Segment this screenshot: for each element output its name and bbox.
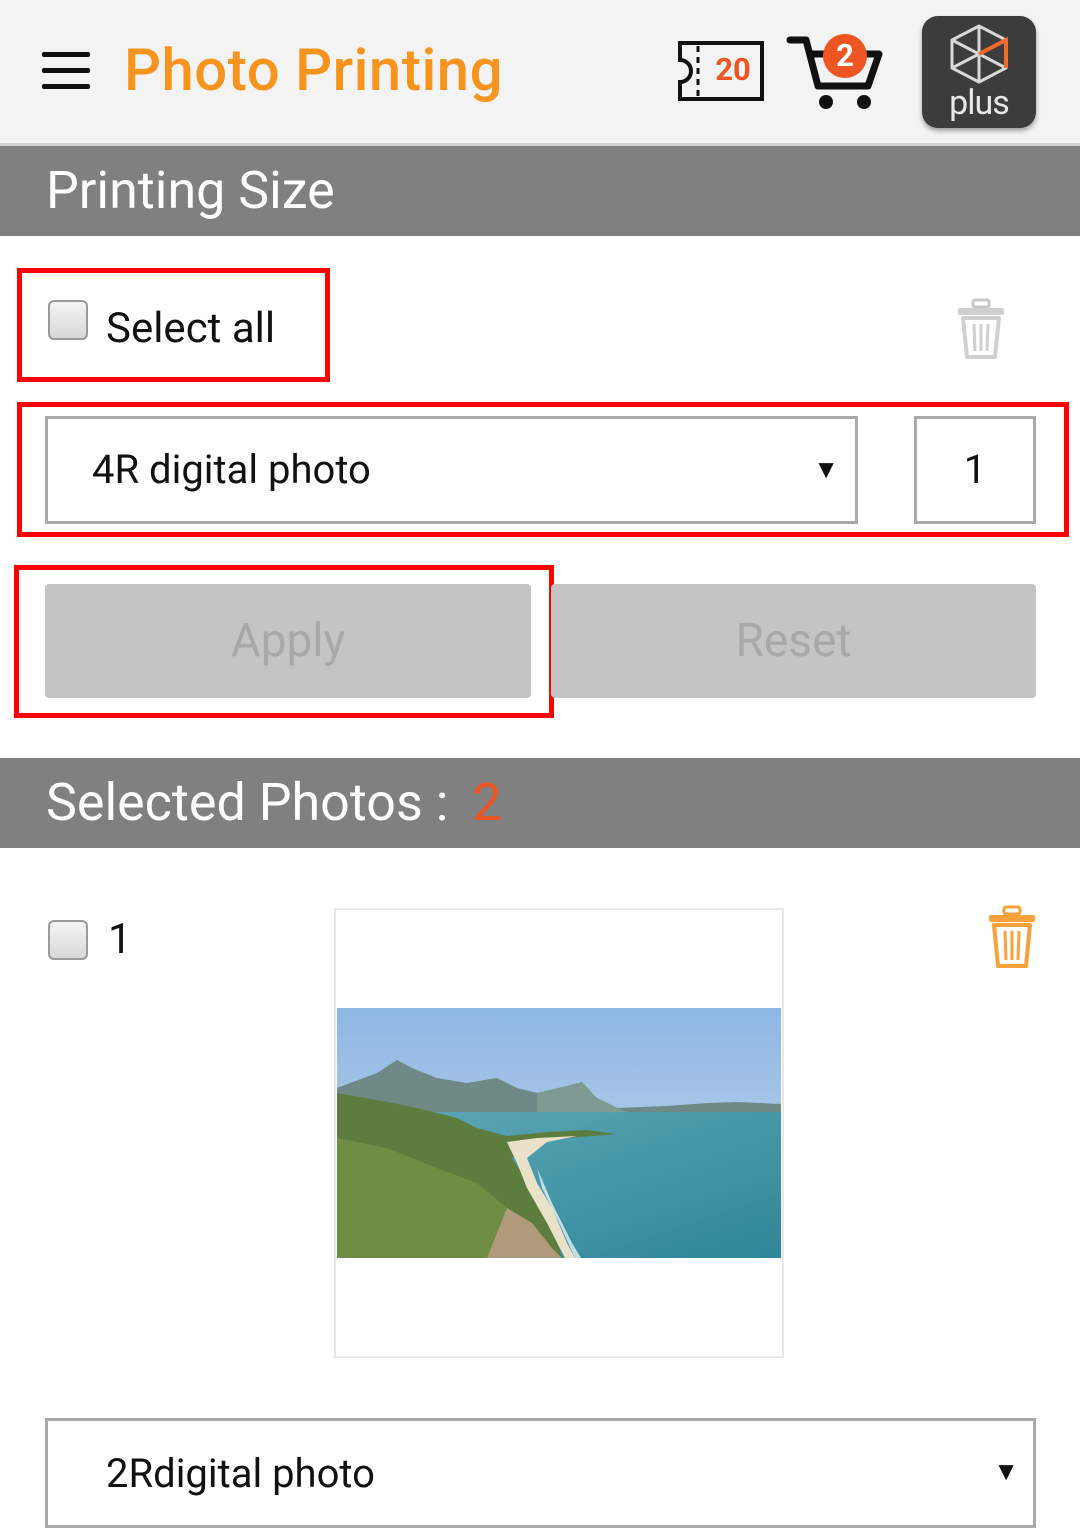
select-all-checkbox[interactable] bbox=[48, 300, 88, 340]
printing-size-select[interactable]: 4R digital photo ▼ bbox=[45, 416, 858, 524]
selected-photos-count: 2 bbox=[472, 772, 502, 833]
plus-logo-icon bbox=[950, 24, 1008, 84]
chevron-down-icon: ▼ bbox=[993, 1457, 1019, 1487]
menu-icon[interactable] bbox=[42, 52, 90, 90]
printing-size-value: 4R digital photo bbox=[92, 446, 371, 493]
printing-size-header: Printing Size bbox=[0, 146, 1080, 236]
reset-button[interactable]: Reset bbox=[551, 584, 1036, 698]
chevron-down-icon: ▼ bbox=[813, 455, 839, 485]
photo-item-size-value: 2Rdigital photo bbox=[106, 1450, 375, 1497]
coupon-button[interactable]: 20 bbox=[676, 40, 766, 102]
photo-item-number: 1 bbox=[108, 915, 132, 964]
photo-thumbnail[interactable] bbox=[337, 1008, 781, 1258]
apply-button[interactable]: Apply bbox=[45, 584, 531, 698]
plus-label: plus bbox=[949, 83, 1010, 123]
app-title: Photo Printing bbox=[124, 37, 503, 105]
selected-photos-title: Selected Photos : bbox=[46, 772, 449, 833]
app-header: Photo Printing 20 2 plus bbox=[0, 0, 1080, 146]
coupon-count: 20 bbox=[715, 51, 751, 88]
select-all-label[interactable]: Select all bbox=[106, 300, 275, 358]
trash-icon[interactable] bbox=[955, 298, 1007, 360]
selected-photos-header: Selected Photos : 2 bbox=[0, 758, 1080, 848]
quantity-input[interactable]: 1 bbox=[914, 416, 1036, 524]
cart-count-badge: 2 bbox=[823, 34, 867, 78]
photo-item-size-select[interactable]: 2Rdigital photo ▼ bbox=[45, 1418, 1036, 1528]
plus-app-button[interactable]: plus bbox=[922, 16, 1036, 128]
photo-item-checkbox[interactable] bbox=[48, 920, 88, 960]
trash-icon[interactable] bbox=[986, 905, 1038, 969]
